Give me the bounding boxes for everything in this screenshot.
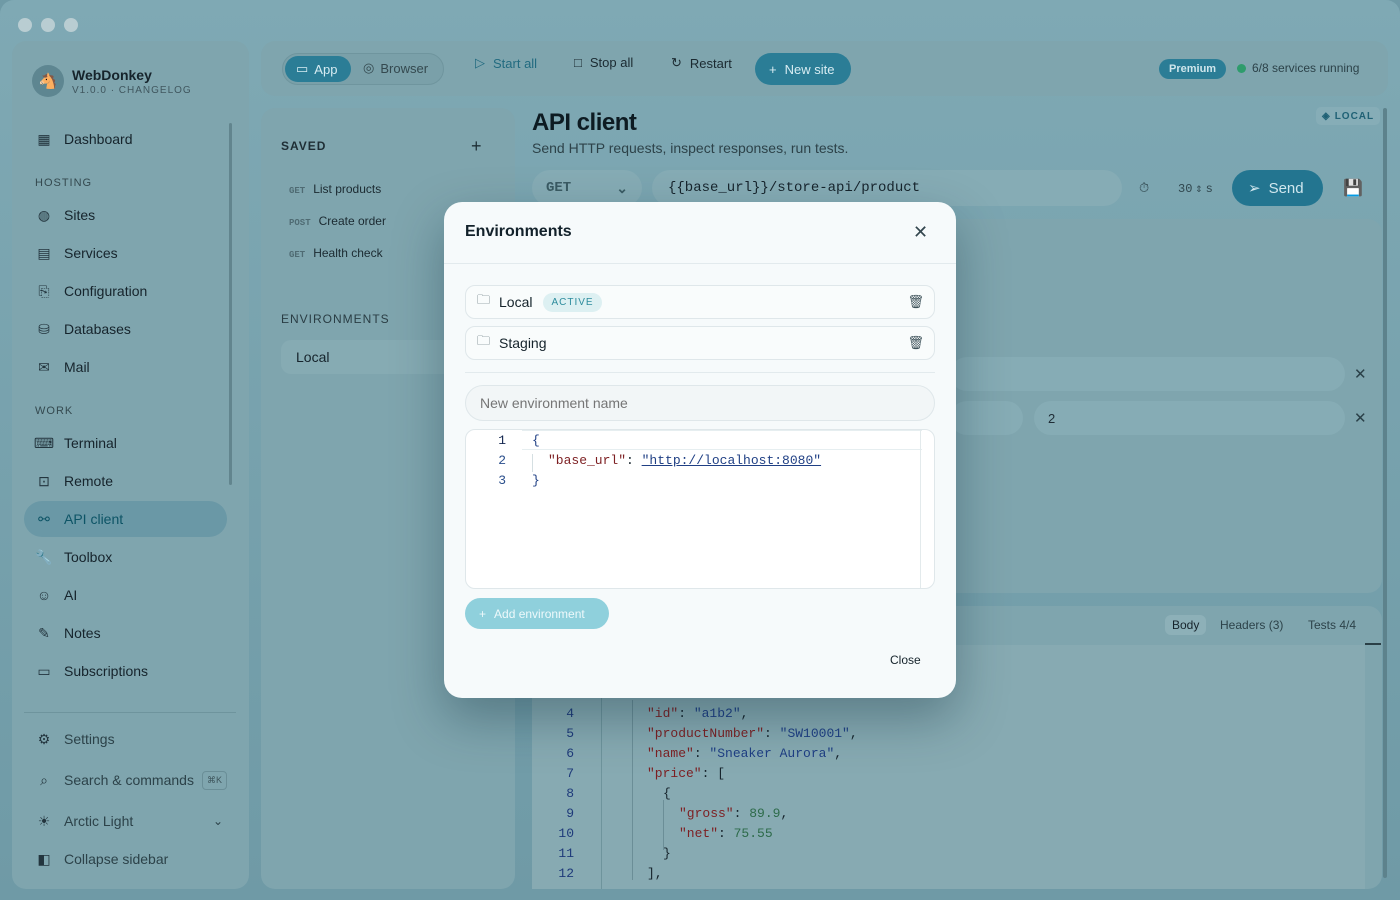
environment-name: Local — [499, 294, 533, 310]
line-number: 3 — [498, 473, 506, 488]
code-line: } — [532, 473, 540, 488]
dialog-title: Environments — [465, 223, 572, 240]
close-button[interactable]: Close — [890, 653, 921, 667]
divider — [444, 263, 956, 264]
close-icon[interactable]: ✕ — [913, 222, 928, 243]
plus-icon: + — [479, 606, 487, 621]
active-badge: ACTIVE — [543, 292, 602, 312]
code-line: { — [532, 433, 540, 448]
environment-name: Staging — [499, 335, 547, 351]
json-value[interactable]: "http://localhost:8080" — [642, 453, 821, 468]
trash-icon[interactable]: 🗑 — [907, 294, 924, 310]
divider — [465, 372, 935, 373]
indent-guide — [532, 454, 533, 472]
add-environment-button[interactable]: + Add environment — [465, 598, 609, 629]
environment-row-staging[interactable]: 🗀 Staging 🗑 — [465, 326, 935, 360]
environment-json-editor[interactable]: 1 { 2 "base_url": "http://localhost:8080… — [465, 429, 935, 589]
json-key: "base_url" — [548, 453, 627, 468]
new-environment-name-input[interactable] — [465, 385, 935, 421]
environment-row-local[interactable]: 🗀 Local ACTIVE 🗑 — [465, 285, 935, 319]
folder-icon: 🗀 — [477, 292, 491, 307]
code-line: "base_url": "http://localhost:8080" — [548, 453, 822, 468]
folder-icon: 🗀 — [477, 333, 491, 348]
current-line-highlight — [522, 430, 922, 450]
line-number: 2 — [498, 453, 506, 468]
line-number: 1 — [498, 433, 506, 448]
environments-dialog: Environments ✕ 🗀 Local ACTIVE 🗑 🗀 Stagin… — [444, 202, 956, 698]
add-environment-label: Add environment — [494, 606, 585, 621]
app-window: 🐴 WebDonkey V1.0.0 · CHANGELOG ▦ Dashboar… — [0, 0, 1400, 900]
trash-icon[interactable]: 🗑 — [907, 335, 924, 351]
editor-scrollbar[interactable] — [920, 430, 921, 588]
